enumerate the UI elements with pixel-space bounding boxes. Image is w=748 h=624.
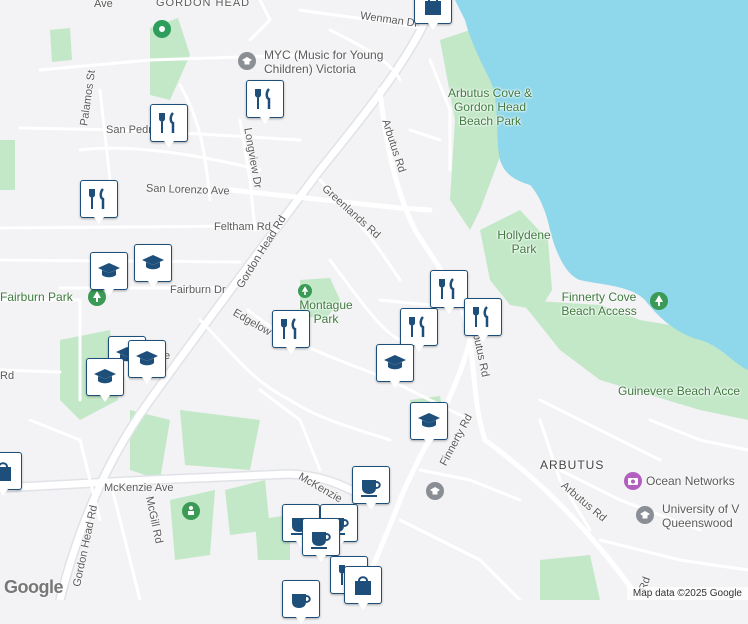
place-label-hollydene-line1: Hollydene (497, 228, 551, 242)
place-label-hollydene-line2: Park (511, 242, 537, 256)
montague-park-marker[interactable] (298, 284, 312, 298)
shopping-pin[interactable] (344, 566, 382, 610)
place-label-fairburn-park: Fairburn Park (0, 290, 73, 304)
place-label-finnerty-cove: Finnerty Cove Beach Access (554, 290, 644, 318)
place-label-guinevere: Guinevere Beach Acce (618, 384, 741, 398)
restaurant-icon (159, 112, 175, 133)
shopping-bag-icon (355, 576, 371, 595)
tree-icon (93, 291, 101, 302)
place-label-finnerty-cove-line2: Beach Access (561, 304, 637, 318)
cafe-pin[interactable] (282, 580, 320, 624)
place-label-ocean-networks: Ocean Networks (646, 474, 735, 488)
google-logo[interactable]: Google (4, 577, 64, 598)
school-pin[interactable] (410, 402, 448, 446)
shopping-pin[interactable] (0, 452, 22, 496)
place-label-arbutus-cove-line2: Gordon Head (453, 100, 527, 114)
school-grey-marker[interactable] (426, 482, 444, 500)
restaurant-pin[interactable] (464, 298, 502, 342)
restaurant-pin[interactable] (430, 270, 468, 314)
place-label-arbutus-cove-line1: Arbutus Cove & (447, 86, 533, 100)
school-icon (136, 351, 158, 366)
uvic-marker[interactable] (636, 506, 654, 524)
restaurant-pin[interactable] (400, 308, 438, 352)
restaurant-icon (439, 278, 455, 299)
school-icon (242, 57, 252, 65)
place-label-finnerty-cove-line1: Finnerty Cove (561, 290, 637, 304)
place-label-myc-line1: MYC (Music for Young (264, 48, 384, 62)
school-pin[interactable] (134, 244, 172, 288)
place-label-uvic-line2: Queenswood (662, 516, 733, 530)
restaurant-icon (281, 318, 297, 339)
place-label-gordon-head: GORDON HEAD (156, 0, 251, 9)
cafe-pin[interactable] (352, 466, 390, 510)
school-pin[interactable] (376, 344, 414, 388)
camera-icon (628, 478, 638, 485)
recreation-icon (188, 506, 194, 515)
school-pin[interactable] (90, 252, 128, 296)
place-pin-gordon-head[interactable] (153, 20, 171, 38)
recreation-marker[interactable] (182, 502, 200, 520)
school-pin[interactable] (128, 340, 166, 384)
school-icon (640, 511, 650, 519)
shopping-pin[interactable] (414, 0, 452, 30)
myc-marker[interactable] (238, 52, 256, 70)
school-icon (94, 369, 116, 384)
place-label-arbutus-cove: Arbutus Cove & Gordon Head Beach Park (440, 86, 540, 128)
place-label-uvic-line1: University of V (662, 502, 740, 516)
finnerty-cove-marker[interactable] (650, 292, 668, 310)
ocean-networks-marker[interactable] (624, 472, 642, 490)
school-icon (418, 413, 440, 428)
map-pin-icon (159, 26, 165, 32)
street-label-rd-left: Rd (0, 370, 15, 382)
school-icon (384, 355, 406, 370)
cafe-icon (311, 532, 331, 549)
street-label-feltham: Feltham Rd (214, 221, 271, 233)
restaurant-pin[interactable] (246, 80, 284, 124)
restaurant-pin[interactable] (80, 180, 118, 224)
place-label-hollydene: Hollydene Park (494, 228, 554, 256)
place-label-uvic: University of V Queenswood (662, 502, 739, 530)
street-label-top-ave: Ave (94, 0, 113, 10)
cafe-pin[interactable] (302, 518, 340, 562)
cafe-icon (292, 594, 311, 608)
street-label-fairburn: Fairburn Dr (170, 284, 226, 296)
cafe-icon (361, 480, 381, 497)
school-pin[interactable] (86, 358, 124, 402)
shopping-bag-icon (425, 0, 441, 15)
school-icon (98, 263, 120, 278)
restaurant-icon (473, 306, 489, 327)
tree-icon (655, 295, 663, 306)
restaurant-icon (409, 316, 425, 337)
school-icon (430, 487, 440, 495)
restaurant-pin[interactable] (150, 104, 188, 148)
place-label-arbutus-cove-line3: Beach Park (458, 114, 522, 128)
shopping-bag-icon (0, 462, 11, 481)
restaurant-icon (255, 88, 271, 109)
street-label-mckenzie: McKenzie Ave (104, 482, 174, 494)
tree-icon (301, 286, 309, 295)
restaurant-pin[interactable] (272, 310, 310, 354)
map-attribution[interactable]: Map data ©2025 Google (626, 587, 748, 600)
restaurant-icon (89, 188, 105, 209)
school-icon (142, 255, 164, 270)
area-label-arbutus: ARBUTUS (540, 458, 605, 472)
place-label-myc-line2: Children) Victoria (264, 62, 356, 76)
place-label-myc: MYC (Music for Young Children) Victoria (264, 48, 383, 76)
